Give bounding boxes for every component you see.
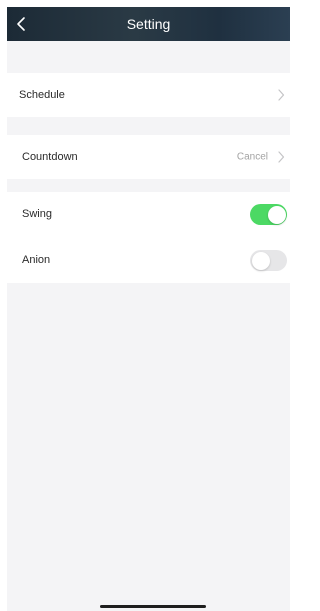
home-indicator [100, 605, 206, 608]
countdown-row[interactable]: Countdown Cancel [7, 135, 290, 179]
toggle-knob [251, 251, 270, 270]
swing-toggle[interactable] [250, 204, 287, 225]
schedule-row[interactable]: Schedule [7, 73, 290, 117]
anion-label: Anion [22, 254, 51, 266]
swing-label: Swing [22, 208, 52, 220]
schedule-label: Schedule [19, 89, 65, 101]
toggle-group: Swing Anion [7, 192, 290, 283]
chevron-right-icon [278, 151, 285, 163]
countdown-label: Countdown [22, 151, 78, 163]
toggle-knob [267, 205, 286, 224]
anion-toggle[interactable] [250, 250, 287, 271]
chevron-right-icon [278, 89, 285, 101]
page-title: Setting [126, 16, 171, 32]
header-bar: Setting [7, 7, 290, 41]
countdown-value: Cancel [236, 151, 268, 163]
settings-screen: Setting Schedule Countdown Cancel Swing … [7, 7, 290, 611]
